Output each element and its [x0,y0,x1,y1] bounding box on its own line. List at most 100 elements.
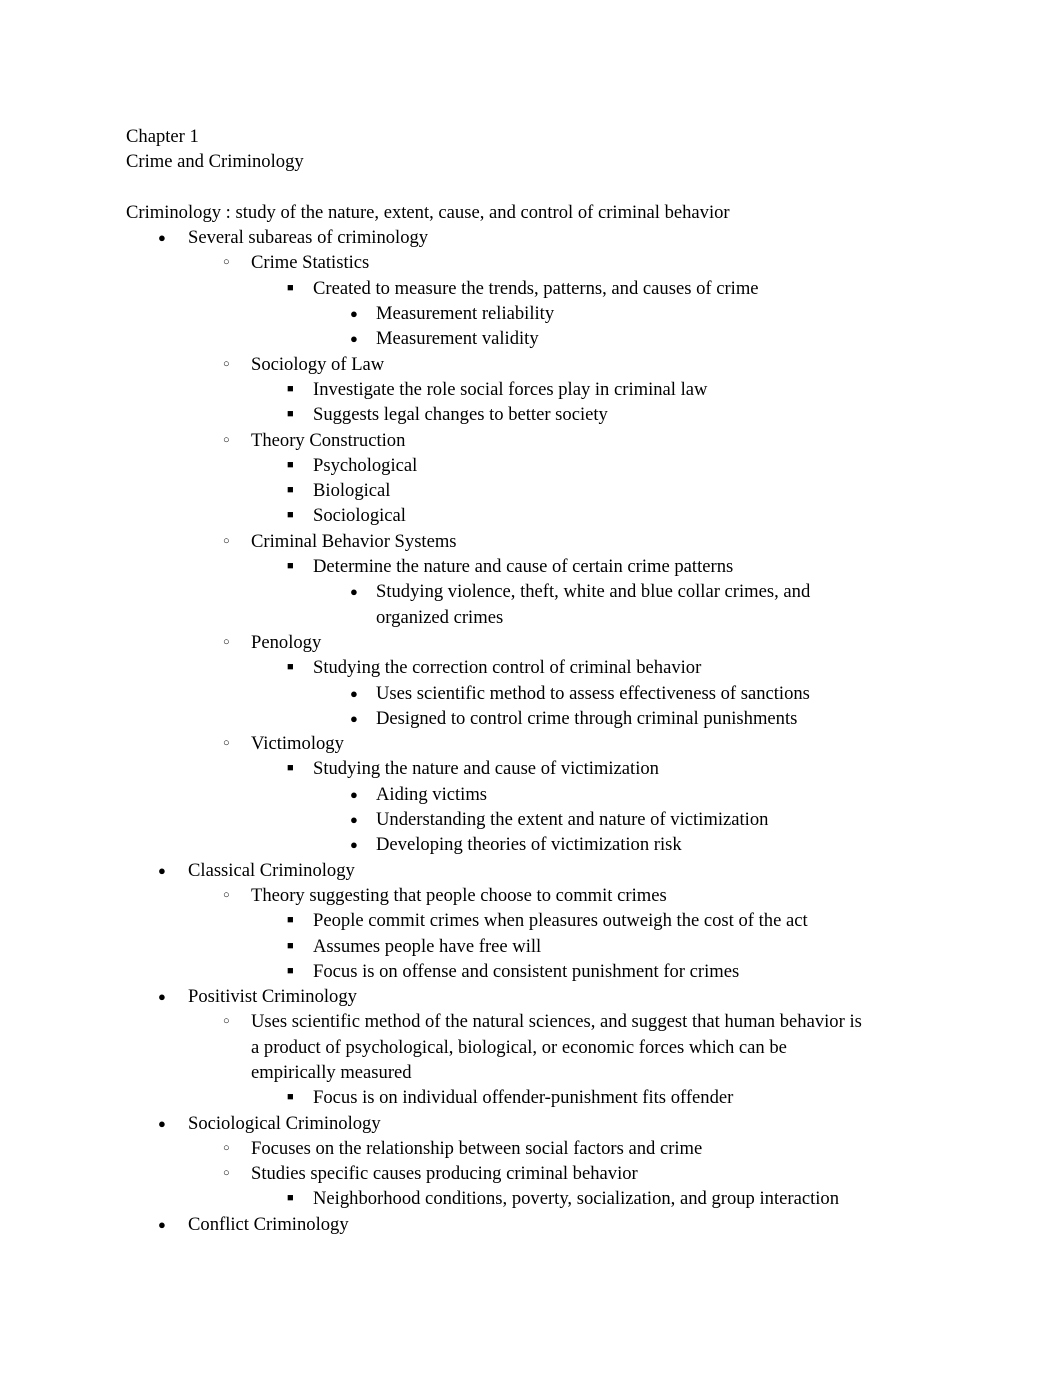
outline-item: ● Aiding victims [350,782,866,807]
outline-item: ● Several subareas of criminology [158,225,866,250]
outline-item: ○ Sociology of Law [223,352,866,377]
bullet-circle-icon: ○ [223,888,230,901]
outline-item-label: Studying violence, theft, white and blue… [376,581,811,628]
bullet-square-icon: ■ [287,484,294,497]
outline-item: ● Studying violence, theft, white and blu… [350,579,866,630]
outline-item-label: Sociological [313,505,406,527]
outline-item: ● Classical Criminology [158,858,866,883]
outline-item: ■ Neighborhood conditions, poverty, socia… [287,1186,866,1211]
outline-item-label: Studies specific causes producing crimin… [251,1163,638,1185]
bullet-circle-icon: ○ [223,635,230,648]
outline-item-label: Sociological Criminology [188,1112,381,1134]
outline-item: ○ Criminal Behavior Systems [223,529,866,554]
bullet-disc-icon: ● [350,331,358,347]
bullet-disc-icon: ● [158,1216,166,1232]
outline-item-label: Measurement reliability [376,303,555,325]
outline-item: ● Designed to control crime through crimi… [350,706,866,731]
bullet-square-icon: ■ [287,382,294,395]
outline-item: ○ Victimology [223,731,866,756]
outline-item: ● Conflict Criminology [158,1212,866,1237]
outline-item-label: Assumes people have free will [313,935,542,957]
heading-line-chapter: Chapter 1 [126,126,199,147]
bullet-circle-icon: ○ [223,256,230,269]
outline-item: ■ Investigate the role social forces play… [287,377,866,402]
outline-item: ■ Focus is on individual offender-punishm… [287,1085,866,1110]
bullet-square-icon: ■ [287,661,294,674]
bullet-square-icon: ■ [287,939,294,952]
outline-item-label: Victimology [251,733,344,755]
outline-item-label: Designed to control crime through crimin… [376,707,798,729]
outline-item: ○ Studies specific causes producing crimi… [223,1161,866,1186]
bullet-circle-icon: ○ [223,1015,230,1028]
bullet-square-icon: ■ [287,560,294,573]
outline-item-label: Uses scientific method of the natural sc… [251,1011,862,1083]
outline-item: ● Understanding the extent and nature of … [350,807,866,832]
outline-item-label: Classical Criminology [188,859,355,881]
outline-item: ○ Uses scientific method of the natural s… [223,1009,866,1085]
outline-item: ● Measurement validity [350,326,866,351]
bullet-square-icon: ■ [287,964,294,977]
bullet-disc-icon: ● [158,230,166,246]
document-page: Chapter 1 Crime and Criminology Criminol… [0,0,1062,1377]
outline-item-label: Measurement validity [376,328,539,350]
outline-item-label: People commit crimes when pleasures outw… [313,910,808,932]
bullet-square-icon: ■ [287,281,294,294]
outline-item: ■ Studying the nature and cause of victim… [287,756,866,781]
bullet-disc-icon: ● [350,710,358,726]
bullet-disc-icon: ● [350,685,358,701]
outline-item: ● Developing theories of victimization ri… [350,832,866,857]
outline-item: ■ Focus is on offense and consistent puni… [287,959,866,984]
outline-item-label: Criminal Behavior Systems [251,530,457,552]
outline-item-label: Psychological [313,454,418,476]
bullet-square-icon: ■ [287,914,294,927]
outline-item-label: Sociology of Law [251,353,385,375]
outline-item-label: Developing theories of victimization ris… [376,834,682,856]
outline-item: ■ Assumes people have free will [287,934,866,959]
heading-line-title: Crime and Criminology [126,151,304,173]
outline-item: ■ Psychological [287,453,866,478]
outline-item-label: Focus is on offense and consistent punis… [313,960,740,982]
outline-item: ■ Created to measure the trends, patterns… [287,276,866,301]
bullet-square-icon: ■ [287,762,294,775]
bullet-disc-icon: ● [158,989,166,1005]
outline-item: ● Sociological Criminology [158,1111,866,1136]
document-body: Chapter 1 Crime and Criminology Criminol… [126,124,866,1237]
outline-item: ■ Sociological [287,503,866,528]
outline-item: ■ Studying the correction control of crim… [287,655,866,680]
outline-item-label: Created to measure the trends, patterns,… [313,277,759,299]
bullet-circle-icon: ○ [223,1167,230,1180]
outline-item-label: Several subareas of criminology [188,227,429,249]
outline-item: ○ Theory suggesting that people choose to… [223,883,866,908]
outline-item-label: Investigate the role social forces play … [313,378,708,400]
bullet-square-icon: ■ [287,458,294,471]
outline-list: ● Several subareas of criminology ○ Crime S… [126,225,866,1237]
bullet-square-icon: ■ [287,1192,294,1205]
bullet-disc-icon: ● [350,306,358,322]
bullet-disc-icon: ● [158,1115,166,1131]
outline-item-label: Crime Statistics [251,252,370,274]
outline-item-label: Focuses on the relationship between soci… [251,1137,703,1159]
bullet-disc-icon: ● [350,812,358,828]
outline-item-label: Neighborhood conditions, poverty, social… [313,1188,840,1210]
bullet-disc-icon: ● [350,786,358,802]
bullet-disc-icon: ● [158,862,166,878]
outline-item-label: Understanding the extent and nature of v… [376,809,769,831]
outline-item-label: Penology [251,631,322,653]
outline-item: ■ Biological [287,478,866,503]
bullet-disc-icon: ● [350,584,358,600]
outline-item: ● Uses scientific method to assess effect… [350,681,866,706]
outline-item-label: Theory suggesting that people choose to … [251,884,667,906]
bullet-disc-icon: ● [350,837,358,853]
outline-item-label: Determine the nature and cause of certai… [313,556,734,578]
outline-item-label: Conflict Criminology [188,1213,349,1235]
outline-item-label: Studying the correction control of crimi… [313,657,702,679]
outline-item: ■ Suggests legal changes to better societ… [287,402,866,427]
outline-item-label: Aiding victims [376,783,488,805]
outline-item: ■ People commit crimes when pleasures out… [287,908,866,933]
bullet-square-icon: ■ [287,408,294,421]
outline-item-label: Studying the nature and cause of victimi… [313,758,659,780]
outline-item-label: Suggests legal changes to better society [313,404,608,426]
outline-item: ● Measurement reliability [350,301,866,326]
outline-item-label: Uses scientific method to assess effecti… [376,682,810,704]
bullet-square-icon: ■ [287,509,294,522]
